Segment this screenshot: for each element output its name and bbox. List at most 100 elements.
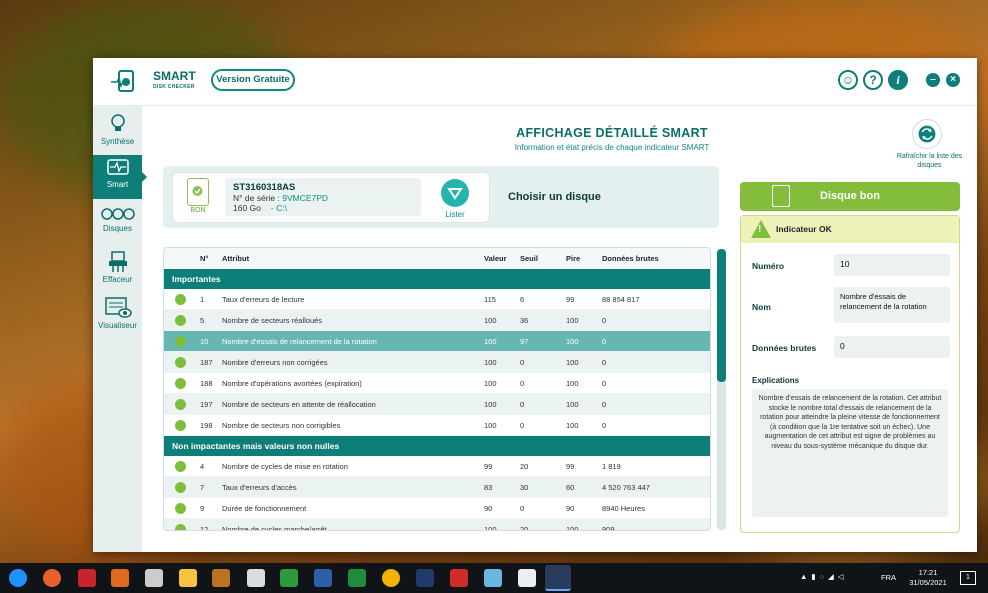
cell-raw: 0 [602,400,607,409]
app-icon[interactable] [212,569,230,587]
table-row[interactable]: 10 Nombre d'essais de relancement de la r… [164,331,710,352]
info-icon[interactable]: i [888,70,908,90]
notifications-icon[interactable]: 1 [960,571,976,585]
cell-threshold: 6 [520,295,525,304]
calendar-app-icon[interactable] [450,569,468,587]
cell-threshold: 97 [520,337,529,346]
table-group-header: Non impactantes mais valeurs non nulles [164,436,710,456]
disk-serial: N° de série : 9VMCE7PD [233,193,329,203]
cell-raw: 8940 Heures [602,504,645,513]
nom-label: Nom [752,302,771,312]
sidebar-item-label: Smart [106,180,129,189]
account-icon[interactable]: ☺ [838,70,858,90]
cell-attr: Nombre de secteurs en attente de réalloc… [222,400,376,409]
cell-raw: 0 [602,337,607,346]
status-ok-icon [175,524,186,530]
help-icon[interactable]: ? [863,70,883,90]
cell-num: 188 [200,379,213,388]
disk-card[interactable]: BON ST3160318AS N° de série : 9VMCE7PD 1… [172,172,490,223]
numero-field: 10 [834,254,950,276]
cell-value: 100 [484,525,497,531]
disk-status-button[interactable]: Disque bon [740,182,960,211]
home-app-icon[interactable] [280,569,298,587]
table-row[interactable]: 7 Taux d'erreurs d'accès 83 30 60 4 520 763 4… [164,477,710,498]
cell-value: 99 [484,462,493,471]
status-ok-icon [175,482,186,493]
file-explorer-icon[interactable] [179,569,197,587]
refresh-label[interactable]: Rafraîchir la liste des disques [887,152,972,170]
raw-data-label: Données brutes [752,343,817,353]
table-row[interactable]: 4 Nombre de cycles de mise en rotation 99 2… [164,456,710,477]
sidebar-item-visualiseur[interactable]: Visualiseur [93,294,142,338]
photo-app-icon[interactable] [145,569,163,587]
notes-app-icon[interactable] [416,569,434,587]
cell-threshold: 36 [520,316,529,325]
table-scrollbar[interactable] [717,249,726,530]
cell-worst: 100 [566,379,579,388]
cell-num: 187 [200,358,213,367]
table-row[interactable]: 188 Nombre d'opérations avortées (expirat… [164,373,710,394]
cell-raw: 4 520 763 447 [602,483,650,492]
main-content: AFFICHAGE DÉTAILLÉ SMART Information et … [142,106,977,552]
firefox-icon[interactable] [43,569,61,587]
cell-worst: 100 [566,421,579,430]
raw-data-field: 0 [834,336,950,358]
notepad-app-icon[interactable] [518,569,536,587]
cell-num: 5 [200,316,205,325]
language-indicator[interactable]: FRA [881,573,896,583]
cell-worst: 100 [566,400,579,409]
taskbar: ▲▮◌◢◁ FRA 17:21 31/05/2021 1 [0,563,988,593]
lister-button[interactable] [441,179,469,207]
shredder-icon [108,251,127,272]
cell-value: 115 [484,295,496,304]
lister-label[interactable]: Lister [435,210,475,219]
clock[interactable]: 17:21 31/05/2021 [906,568,950,588]
version-button[interactable]: Version Gratuite [211,69,295,91]
table-row[interactable]: 5 Nombre de secteurs réalloués 100 36 100 0 [164,310,710,331]
scrollbar-thumb[interactable] [717,249,726,382]
app-logo-icon [111,70,134,92]
tool-app-icon[interactable] [484,569,502,587]
cell-attr: Durée de fonctionnement [222,504,307,513]
app-logo-text: SMART DISK CHECKER [153,69,196,90]
sidebar-item-synthese[interactable]: Synthèse [93,110,142,154]
table-row[interactable]: 197 Nombre de secteurs en attente de réal… [164,394,710,415]
cell-raw: 0 [602,421,607,430]
nom-field: Nombre d'essais de relancement de la rot… [834,287,950,323]
close-button[interactable]: × [946,73,960,87]
player-app-icon[interactable] [382,569,400,587]
title-bar: SMART DISK CHECKER Version Gratuite ☺ ? … [93,58,977,106]
remote-app-icon[interactable] [314,569,332,587]
cell-value: 100 [484,316,497,325]
indicator-status: ! Indicateur OK [741,216,959,243]
media-app-icon[interactable] [111,569,129,587]
sidebar-item-disques[interactable]: Disques [93,203,142,247]
spreadsheet-app-icon[interactable] [348,569,366,587]
disk-model: ST3160318AS [233,182,296,193]
page-subtitle: Information et état précis de chaque ind… [514,143,710,152]
detail-panel: Disque bon ! Indicateur OK Numéro 10 Nom… [740,182,960,534]
document-app-icon[interactable] [247,569,265,587]
cell-threshold: 0 [520,400,525,409]
table-row[interactable]: 198 Nombre de secteurs non corrigibles 100… [164,415,710,436]
sidebar-item-smart[interactable]: Smart [93,155,147,199]
table-row[interactable]: 187 Nombre d'erreurs non corrigées 100 0 100… [164,352,710,373]
smart-disk-checker-taskbar-icon[interactable] [545,565,571,591]
refresh-icon[interactable] [912,119,942,149]
col-raw: Données brutes [602,254,659,263]
hard-drive-icon [187,178,209,206]
filezilla-icon[interactable] [78,569,96,587]
table-row[interactable]: 12 Nombre de cycles marche/arrêt 100 20 100 9… [164,519,710,531]
start-app-icon[interactable] [9,569,27,587]
cell-raw: 0 [602,379,607,388]
cell-threshold: 0 [520,504,525,513]
table-row[interactable]: 9 Durée de fonctionnement 90 0 90 8940 Heures [164,498,710,519]
system-tray-icons[interactable]: ▲▮◌◢◁ [800,572,860,582]
numero-label: Numéro [752,261,785,271]
status-ok-icon [175,378,186,389]
table-row[interactable]: 1 Taux d'erreurs de lecture 115 6 99 88 854 8… [164,289,710,310]
minimize-button[interactable]: – [926,73,940,87]
cell-attr: Nombre de secteurs non corrigibles [222,421,341,430]
sidebar-item-effaceur[interactable]: Effaceur [93,248,142,292]
cell-value: 100 [484,337,497,346]
